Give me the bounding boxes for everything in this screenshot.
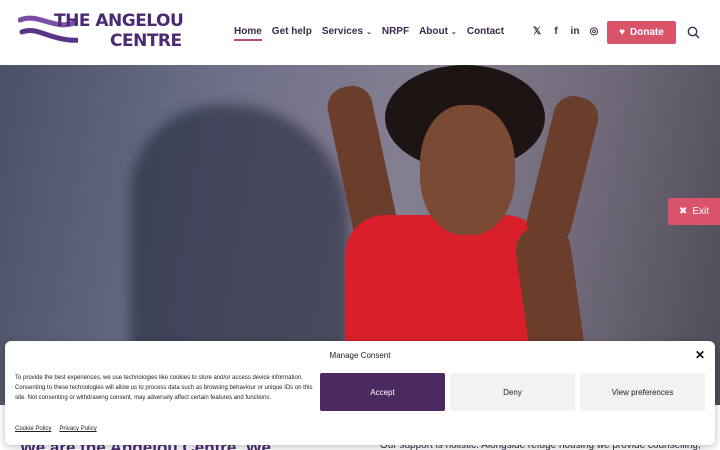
heart-icon: ♥ <box>619 27 626 38</box>
view-preferences-button[interactable]: View preferences <box>580 373 705 411</box>
chevron-down-icon: ⌄ <box>450 29 457 36</box>
nav-get-help-label: Get help <box>271 26 312 37</box>
exit-label: Exit <box>692 206 710 217</box>
logo-text-line2: CENTRE <box>110 31 182 51</box>
social-links: 𝕏 f in ◎ <box>532 26 599 37</box>
nav-get-help[interactable]: Get help <box>272 26 312 37</box>
close-icon[interactable]: ✕ <box>694 349 706 361</box>
logo-text-line1: THE ANGELOU <box>54 11 184 31</box>
hero-face <box>420 105 515 235</box>
nav-about-label: About <box>419 26 448 37</box>
consent-title: Manage Consent <box>329 351 391 360</box>
nav-nrpf-label: NRPF <box>381 26 410 37</box>
close-icon: ✖ <box>678 206 688 217</box>
x-icon[interactable]: 𝕏 <box>532 26 542 37</box>
exit-button[interactable]: ✖ Exit <box>668 198 720 225</box>
instagram-icon[interactable]: ◎ <box>589 26 599 37</box>
nav-services[interactable]: Services ⌄ <box>322 26 372 37</box>
site-header: THE ANGELOU CENTRE Home Get help Service… <box>0 0 720 65</box>
facebook-icon[interactable]: f <box>551 26 561 37</box>
deny-button[interactable]: Deny <box>450 373 575 411</box>
consent-links: Cookie Policy Privacy Policy <box>15 426 97 432</box>
nav-contact[interactable]: Contact <box>467 26 504 37</box>
nav-nrpf[interactable]: NRPF <box>382 26 409 37</box>
nav-about[interactable]: About ⌄ <box>419 26 457 37</box>
donate-label: Donate <box>630 27 664 38</box>
site-logo[interactable]: THE ANGELOU CENTRE <box>18 10 184 54</box>
nav-home-label: Home <box>234 26 262 37</box>
privacy-policy-link[interactable]: Privacy Policy <box>59 426 96 432</box>
nav-contact-label: Contact <box>466 26 505 37</box>
cookie-consent-banner: Manage Consent ✕ To provide the best exp… <box>5 341 715 445</box>
consent-body: To provide the best experiences, we use … <box>15 375 313 401</box>
accept-button[interactable]: Accept <box>320 373 445 411</box>
donate-button[interactable]: ♥ Donate <box>607 21 676 44</box>
search-icon[interactable] <box>687 26 700 39</box>
main-nav: Home Get help Services ⌄ NRPF About ⌄ Cont… <box>234 26 514 41</box>
linkedin-icon[interactable]: in <box>570 26 580 37</box>
cookie-policy-link[interactable]: Cookie Policy <box>15 426 51 432</box>
nav-home[interactable]: Home <box>234 26 262 41</box>
nav-services-label: Services <box>321 26 363 37</box>
chevron-down-icon: ⌄ <box>365 29 372 36</box>
